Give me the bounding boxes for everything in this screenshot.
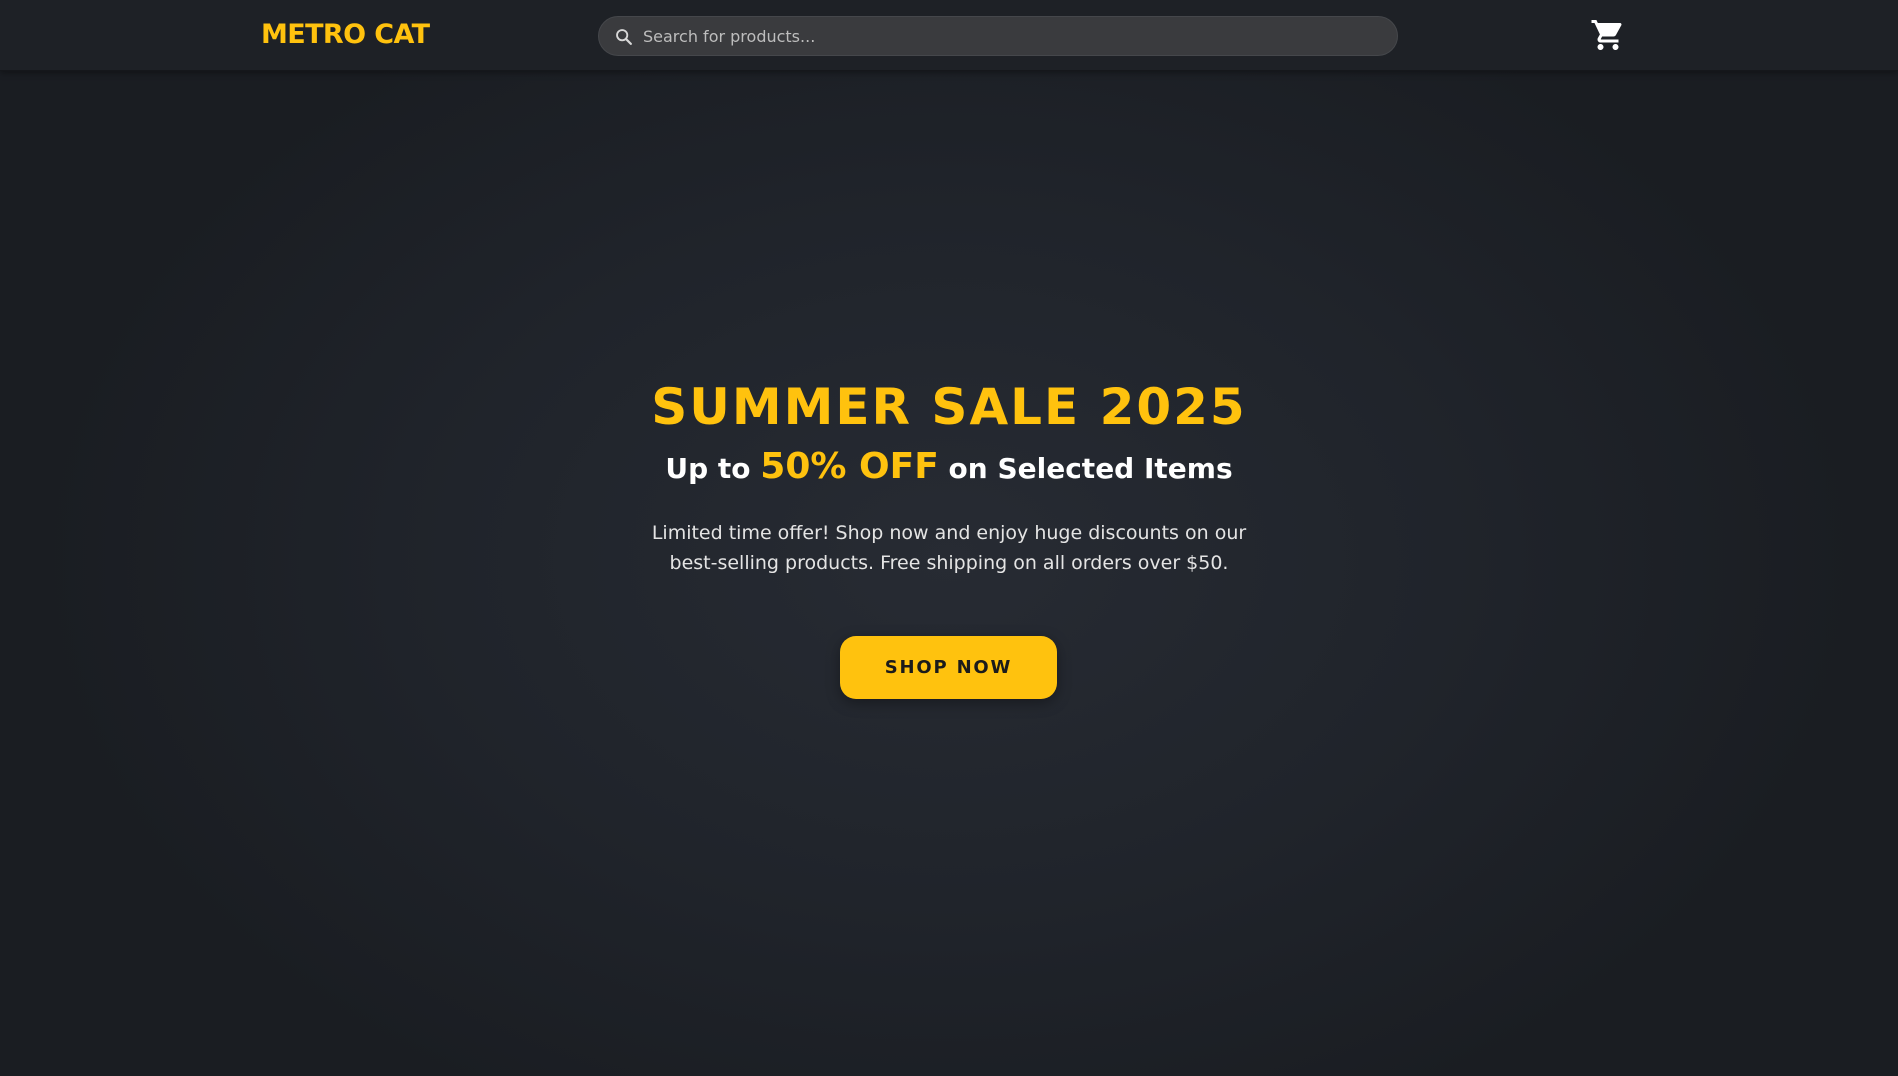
brand-logo[interactable]: METRO CAT: [261, 19, 430, 51]
subtitle-suffix: on Selected Items: [948, 452, 1233, 485]
search-icon: [616, 29, 632, 45]
description-line-1: Limited time offer! Shop now and enjoy h…: [651, 522, 1247, 544]
hero-title: SUMMER SALE 2025: [651, 378, 1247, 436]
cart-button[interactable]: [1590, 17, 1626, 53]
description-line-2: best-selling products. Free shipping on …: [669, 552, 1229, 574]
search-input[interactable]: [643, 17, 1383, 55]
page: METRO CAT SUMMER SALE 2025 Up to 50% OFF…: [0, 0, 1898, 1076]
subtitle-prefix: Up to: [665, 452, 751, 485]
cart-icon: [1591, 20, 1622, 50]
hero-subtitle: Up to 50% OFF on Selected Items: [549, 444, 1349, 492]
discount-highlight: 50% OFF: [760, 446, 939, 487]
search-bar[interactable]: [598, 16, 1398, 56]
shop-now-button[interactable]: SHOP NOW: [840, 636, 1057, 699]
hero-description: Limited time offer! Shop now and enjoy h…: [549, 518, 1349, 578]
navbar: METRO CAT: [0, 0, 1898, 71]
hero-section: SUMMER SALE 2025 Up to 50% OFF on Select…: [549, 370, 1349, 578]
